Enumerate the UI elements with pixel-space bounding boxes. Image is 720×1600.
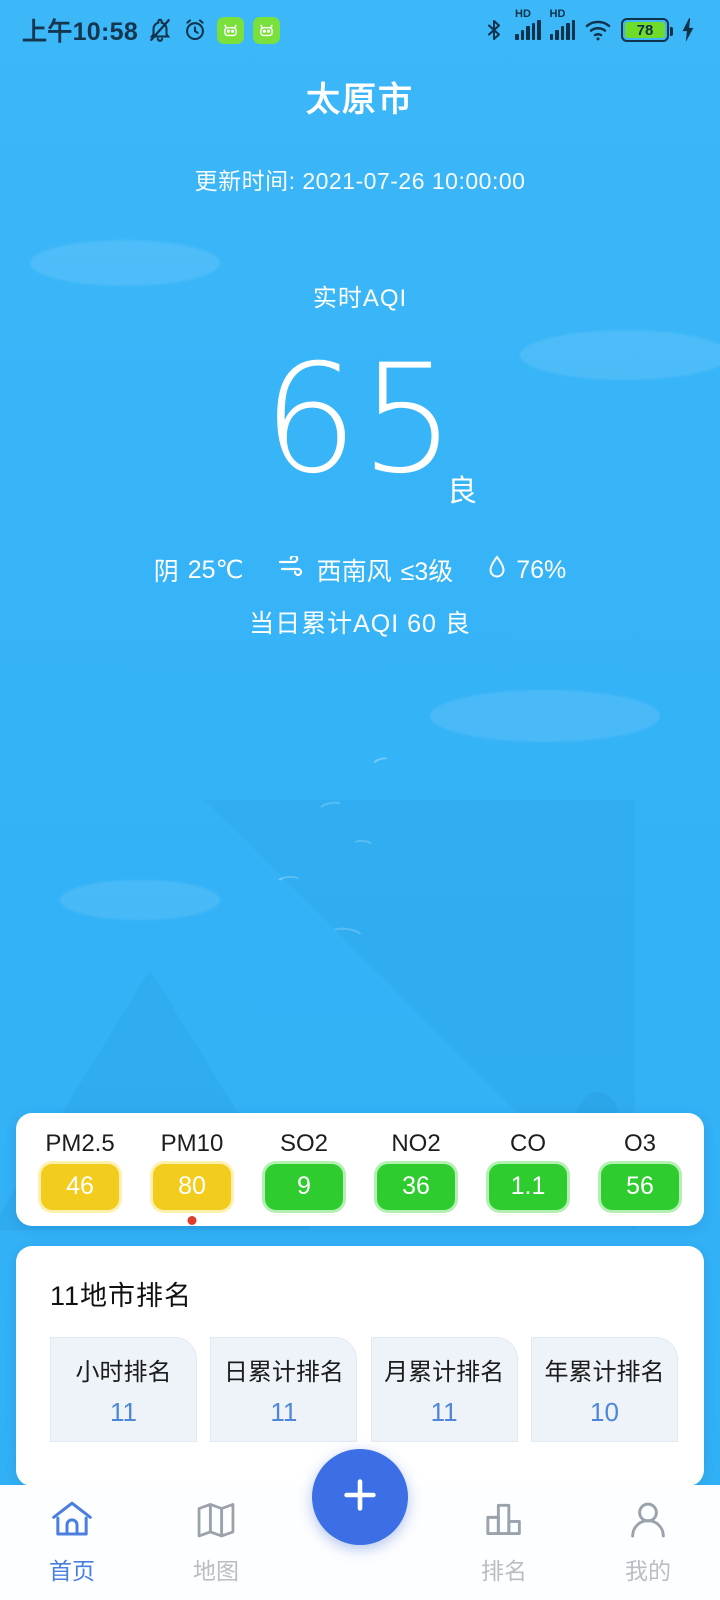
pollutant-value-badge: 80: [153, 1163, 231, 1210]
aqi-quality-label: 良: [447, 475, 477, 508]
nav-item-ranking[interactable]: 排名: [432, 1499, 576, 1586]
wind-level-text: ≤3级: [400, 558, 454, 586]
ranking-title: 11地市排名: [50, 1281, 193, 1311]
bird-icon: [371, 755, 391, 770]
ranking-tile-label: 年累计排名: [544, 1358, 665, 1386]
pollutant-name: PM10: [160, 1129, 224, 1157]
aqi-label: 实时AQI: [312, 285, 408, 312]
pollutant-value-badge: 36: [377, 1163, 455, 1210]
status-bar: 上午10:58 HD HD 78: [0, 0, 720, 60]
nav-item-home[interactable]: 首页: [0, 1499, 144, 1586]
pollutant-value-badge: 46: [41, 1163, 119, 1210]
add-button[interactable]: [312, 1449, 408, 1545]
ranking-tile[interactable]: 日累计排名 11: [210, 1337, 358, 1442]
temperature-text: 25℃: [187, 556, 244, 584]
weather-condition-text: 阴: [153, 558, 179, 586]
battery-level: 78: [636, 21, 654, 39]
status-bar-time: 上午10:58: [22, 18, 139, 46]
pollutant-name: NO2: [391, 1129, 441, 1157]
nav-item-map[interactable]: 地图: [144, 1499, 288, 1586]
ranking-tile[interactable]: 年累计排名 10: [530, 1337, 678, 1442]
ranking-tile-label: 月累计排名: [384, 1358, 505, 1386]
weather-row: 阴 25℃ 西南风 ≤3级 76%: [0, 552, 720, 588]
wind-icon: [278, 554, 308, 585]
aqi-value: 65: [262, 333, 458, 507]
alarm-clock-icon: [182, 17, 208, 43]
humidity-text: 76%: [516, 555, 567, 584]
bluetooth-icon: [482, 17, 506, 43]
ranking-tile-value: 11: [430, 1396, 458, 1427]
pollutant-name: O3: [623, 1129, 656, 1157]
cloud-shape: [430, 690, 660, 742]
nav-label-map: 地图: [193, 1558, 239, 1584]
ranking-tile[interactable]: 月累计排名 11: [370, 1337, 518, 1442]
pollutant-item[interactable]: PM10 80: [140, 1129, 244, 1225]
primary-pollutant-dot: [187, 1215, 197, 1225]
pollutant-item[interactable]: O3 56: [588, 1130, 692, 1210]
hd-label: HD: [515, 8, 531, 20]
ranking-tile-value: 10: [590, 1396, 619, 1427]
pollutant-card: PM2.5 46 PM10 80 SO2 9 NO2 36 CO 1.1 O3 56: [16, 1113, 704, 1226]
ranking-tile-value: 11: [110, 1396, 137, 1427]
ranking-tile[interactable]: 小时排名 11: [50, 1337, 197, 1442]
pollutant-item[interactable]: PM2.5 46: [28, 1130, 132, 1210]
aqi-main: 65: [0, 345, 720, 495]
wind-direction-text: 西南风: [316, 558, 392, 586]
pollutant-item[interactable]: SO2 9: [252, 1130, 356, 1210]
ranking-tile-label: 日累计排名: [223, 1358, 344, 1386]
pollutant-item[interactable]: NO2 36: [364, 1130, 468, 1210]
wind-info: 西南风 ≤3级: [278, 552, 454, 588]
hd-signal-icon: HD: [515, 9, 541, 40]
ranking-tile-value: 11: [270, 1396, 298, 1427]
daily-cumulative-aqi: 当日累计AQI 60 良: [249, 610, 471, 638]
nav-label-home: 首页: [49, 1558, 95, 1584]
weather-condition: 阴 25℃: [154, 552, 244, 588]
wifi-icon: [584, 18, 612, 42]
update-time: 更新时间: 2021-07-26 10:00:00: [194, 168, 526, 194]
ranking-tile-list: 小时排名 11 日累计排名 11 月累计排名 11 年累计排名 10: [50, 1337, 678, 1442]
nav-label-profile: 我的: [625, 1558, 671, 1584]
pollutant-name: PM2.5: [45, 1129, 115, 1157]
map-icon: [195, 1499, 237, 1544]
pollutant-name: SO2: [279, 1129, 329, 1157]
pollutant-value-badge: 9: [265, 1163, 343, 1210]
pollutant-name: CO: [510, 1129, 546, 1157]
ranking-tile-label: 小时排名: [75, 1358, 172, 1386]
cloud-shape: [60, 880, 220, 920]
bell-muted-icon: [147, 17, 173, 43]
pollutant-value-badge: 56: [601, 1163, 679, 1210]
home-icon: [50, 1499, 94, 1544]
page-title: 太原市: [306, 81, 414, 119]
hd-signal-icon: HD: [549, 9, 575, 40]
charging-bolt-icon: [678, 17, 698, 43]
bar-chart-icon: [483, 1499, 525, 1544]
hd-label: HD: [549, 8, 566, 20]
pollutant-item[interactable]: CO 1.1: [476, 1130, 580, 1210]
plus-icon: [337, 1472, 383, 1523]
app-badge-icon: [217, 16, 245, 44]
humidity-droplet-icon: [487, 554, 507, 587]
app-badge-icon: [253, 16, 281, 44]
person-icon: [627, 1499, 669, 1544]
nav-item-profile[interactable]: 我的: [576, 1499, 720, 1586]
pollutant-value-badge: 1.1: [489, 1163, 567, 1210]
battery-icon: 78: [621, 18, 673, 42]
nav-label-ranking: 排名: [481, 1558, 527, 1584]
humidity-info: 76%: [487, 554, 566, 587]
